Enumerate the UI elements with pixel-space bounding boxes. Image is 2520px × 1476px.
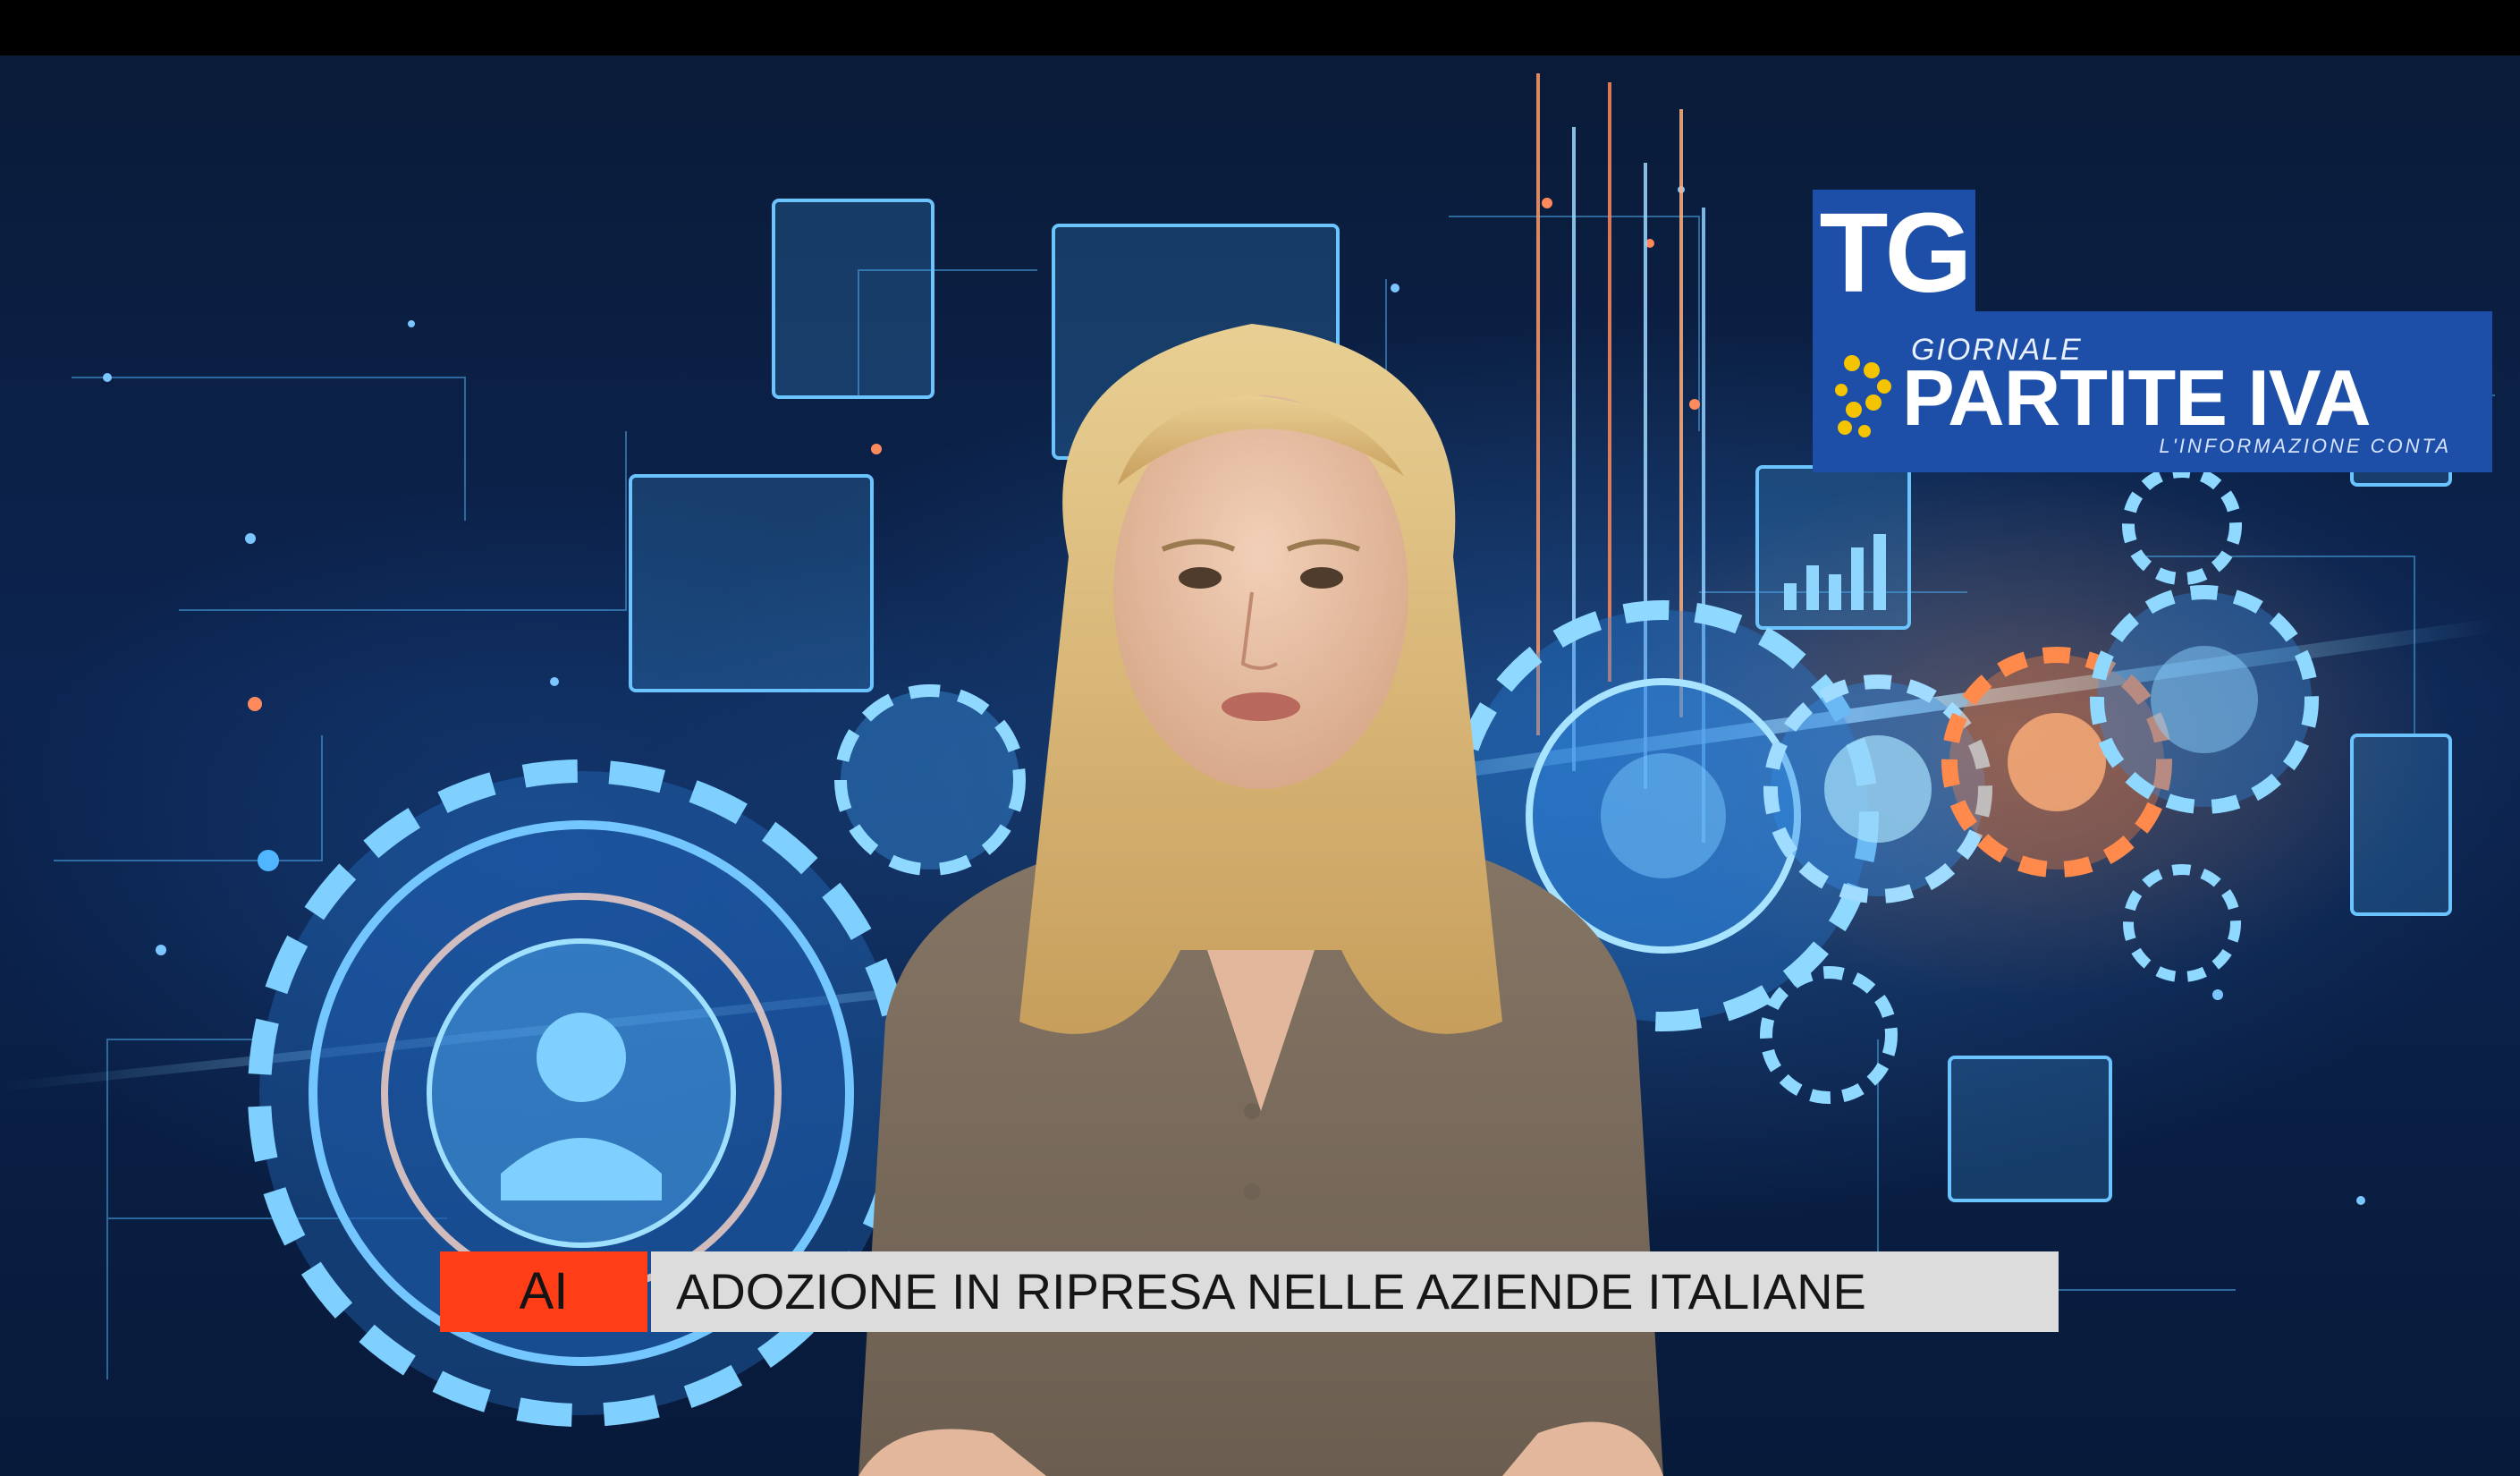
top-letterbox	[0, 0, 2520, 55]
topic-tag: AI	[440, 1251, 647, 1332]
logo-partite-iva-text: PARTITE IVA	[1902, 353, 2372, 442]
logo-tg-text: TG	[1813, 190, 1975, 317]
logo-banner: GIORNALE PARTITE IVA L'INFORMAZIONE CONT…	[1813, 311, 2492, 472]
headline-bar: ADOZIONE IN RIPRESA NELLE AZIENDE ITALIA…	[651, 1251, 2059, 1332]
tg-partite-iva-logo: TG GIORNALE PARTITE IVA L'INFORMAZIONE C…	[1813, 190, 2492, 472]
news-lower-third: AI ADOZIONE IN RIPRESA NELLE AZIENDE ITA…	[440, 1251, 2059, 1332]
logo-tagline-text: L'INFORMAZIONE CONTA	[2159, 435, 2451, 457]
headline-text: ADOZIONE IN RIPRESA NELLE AZIENDE ITALIA…	[676, 1263, 1866, 1319]
brand-mark-icon	[1835, 355, 1891, 437]
